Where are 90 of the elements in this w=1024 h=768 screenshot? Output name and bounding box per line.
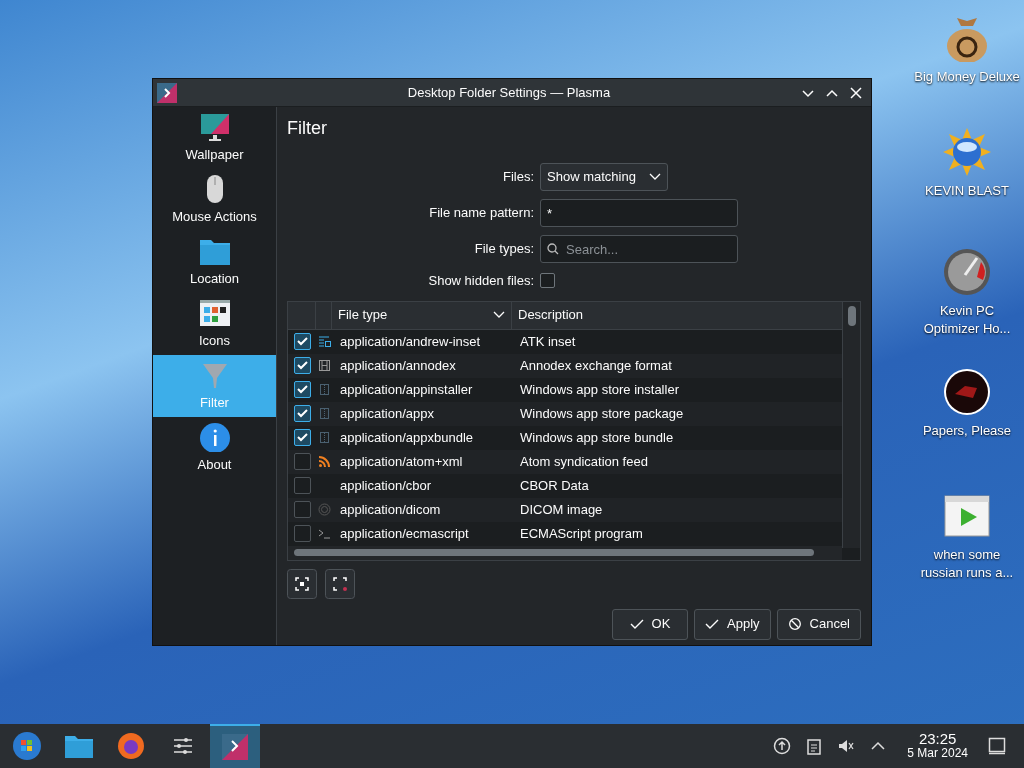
pattern-field[interactable]: *	[540, 199, 738, 227]
field-label: Files:	[501, 168, 534, 187]
clipboard-icon	[805, 737, 824, 755]
sidebar-item[interactable]: About	[153, 417, 276, 479]
row-checkbox[interactable]	[293, 429, 311, 446]
field-label: File types:	[473, 240, 534, 259]
table-cell-text: application/atom+xml	[339, 452, 464, 471]
sort-chevron-icon	[493, 311, 505, 319]
row-checkbox[interactable]	[293, 333, 311, 350]
table-cell-text: Windows app store installer	[519, 380, 680, 399]
row-checkbox[interactable]	[293, 453, 311, 470]
sidebar-item[interactable]: Wallpaper	[153, 107, 276, 169]
table-cell-text: CBOR Data	[519, 476, 590, 495]
table-cell-text: Annodex exchange format	[519, 356, 673, 375]
search-icon	[547, 243, 559, 255]
clock-time[interactable]: 23:25	[918, 732, 957, 746]
window-title: Desktop Folder Settings — Plasma	[406, 83, 612, 102]
ok-button[interactable]: OK	[612, 608, 688, 640]
check-icon	[296, 409, 308, 418]
check-icon	[705, 618, 719, 630]
field-label: File name pattern:	[428, 204, 534, 223]
table-cell-text: DICOM image	[519, 500, 604, 519]
sidebar-item[interactable]: Icons	[153, 293, 276, 355]
clock-date[interactable]: 5 Mar 2024	[907, 746, 968, 760]
files-dropdown[interactable]: Show matching	[540, 163, 668, 191]
table-cell-text: application/andrew-inset	[339, 332, 482, 351]
table-cell-text: Windows app store package	[519, 404, 685, 423]
table-cell-text: application/dicom	[339, 500, 442, 519]
app-icon	[157, 82, 177, 103]
film-icon	[317, 359, 331, 372]
table-cell-text: application/appxbundle	[339, 428, 474, 447]
start-orb-icon	[12, 731, 42, 761]
deselect-all-button[interactable]	[325, 568, 355, 599]
desktop-icon-label[interactable]: Papers, Please	[912, 422, 1022, 440]
seal-icon	[943, 368, 991, 416]
row-checkbox[interactable]	[293, 381, 311, 398]
row-checkbox[interactable]	[293, 477, 311, 494]
search-field[interactable]: Search...	[540, 235, 738, 263]
browser-icon	[116, 731, 146, 761]
table-cell-text: ATK inset	[519, 332, 577, 351]
monitor-icon	[198, 111, 231, 142]
row-checkbox[interactable]	[293, 357, 311, 374]
table-cell-text: application/cbor	[339, 476, 433, 495]
update-icon	[773, 737, 792, 755]
field-label: Show hidden files:	[427, 272, 534, 290]
table-cell-text: Windows app store bundle	[519, 428, 675, 447]
page-title: Filter	[287, 117, 328, 140]
plasma-app-icon	[220, 732, 250, 762]
select-all-button[interactable]	[287, 568, 317, 599]
table-cell-text: application/appx	[339, 404, 435, 423]
rss-icon	[317, 455, 331, 468]
check-icon	[629, 618, 644, 630]
sidebar-item[interactable]: Mouse Actions	[153, 169, 276, 231]
archive-icon	[317, 383, 331, 396]
check-icon	[296, 361, 308, 370]
check-icon	[296, 385, 308, 394]
table-cell-text: application/annodex	[339, 356, 457, 375]
column-header[interactable]: File type	[332, 301, 512, 329]
taskbar-app[interactable]	[210, 724, 260, 768]
video-file-icon	[943, 492, 991, 540]
sun-globe-icon	[943, 128, 991, 176]
table-cell-text: application/appinstaller	[339, 380, 474, 399]
icon-grid-icon	[198, 297, 231, 328]
info-icon	[198, 421, 231, 452]
show-desktop-icon[interactable]	[988, 737, 1006, 755]
desktop-icon-label[interactable]: when some russian runs a...	[912, 546, 1022, 582]
archive-icon	[317, 407, 331, 420]
chevron-down-icon	[649, 173, 661, 181]
hidden-files-checkbox[interactable]	[540, 273, 555, 289]
sidebar-item[interactable]: Location	[153, 231, 276, 293]
desktop-icon-label[interactable]: Kevin PC Optimizer Ho...	[912, 302, 1022, 338]
check-icon	[296, 337, 308, 346]
cancel-icon	[787, 618, 802, 630]
terminal-icon	[317, 527, 331, 540]
row-checkbox[interactable]	[293, 405, 311, 422]
table-cell-text: application/ecmascript	[339, 524, 470, 543]
vertical-scrollbar[interactable]	[842, 301, 860, 548]
table-cell-text: Atom syndication feed	[519, 452, 649, 471]
table-cell-text: ECMAScript program	[519, 524, 644, 543]
column-header[interactable]: Description	[512, 301, 842, 329]
cancel-button[interactable]: Cancel	[776, 608, 861, 640]
gauge-icon	[943, 248, 991, 296]
list-icon	[317, 335, 331, 348]
archive-icon	[317, 431, 331, 444]
row-checkbox[interactable]	[293, 501, 311, 518]
close-icon	[849, 85, 863, 100]
speaker-muted-icon	[837, 737, 856, 755]
check-icon	[296, 433, 308, 442]
row-checkbox[interactable]	[293, 525, 311, 542]
apply-button[interactable]: Apply	[694, 608, 771, 640]
